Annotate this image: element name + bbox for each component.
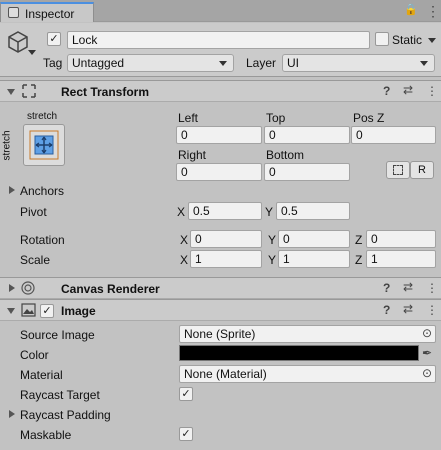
layer-dropdown[interactable]: UI: [282, 54, 435, 72]
tab-inspector[interactable]: Inspector: [0, 2, 94, 22]
chevron-down-icon: [219, 61, 227, 66]
component-menu-icon[interactable]: ⋮: [426, 303, 438, 317]
presets-icon[interactable]: ⇄: [403, 302, 413, 316]
presets-icon[interactable]: ⇄: [403, 83, 413, 97]
color-field[interactable]: [179, 345, 419, 361]
rotation-z-field[interactable]: 0: [366, 230, 436, 248]
rotation-label: Rotation: [20, 233, 65, 247]
pivot-label: Pivot: [20, 205, 47, 219]
maskable-checkbox[interactable]: ✓: [179, 427, 193, 441]
posz-field[interactable]: 0: [351, 126, 436, 144]
scale-x-label: X: [180, 253, 189, 267]
raycast-padding-foldout-icon[interactable]: [9, 410, 15, 418]
tag-value: Untagged: [72, 56, 125, 70]
lock-icon[interactable]: 🔒: [404, 3, 418, 16]
image-title: Image: [61, 304, 96, 318]
material-field[interactable]: None (Material) ⊙: [179, 365, 436, 383]
help-icon[interactable]: ?: [383, 281, 390, 295]
foldout-arrow-icon[interactable]: [9, 284, 15, 292]
anchor-preset-label: stretch: [27, 111, 58, 122]
component-menu-icon[interactable]: ⋮: [426, 84, 438, 98]
rotation-y-field[interactable]: 0: [278, 230, 350, 248]
scale-y-field[interactable]: 1: [278, 250, 350, 268]
canvas-renderer-header[interactable]: Canvas Renderer ? ⇄ ⋮: [0, 277, 441, 299]
eyedropper-icon[interactable]: ✒: [422, 346, 432, 360]
static-dropdown-caret[interactable]: [428, 38, 436, 43]
canvas-renderer-icon: [21, 281, 35, 295]
anchors-foldout-icon[interactable]: [9, 186, 15, 194]
raycast-target-label: Raycast Target: [20, 388, 100, 402]
gameobject-icon-caret[interactable]: [28, 50, 36, 55]
anchor-preset-button[interactable]: [23, 124, 65, 166]
help-icon[interactable]: ?: [383, 84, 390, 98]
posz-label: Pos Z: [353, 111, 385, 125]
layer-value: UI: [287, 56, 299, 70]
scale-label: Scale: [20, 253, 51, 267]
chevron-down-icon: [420, 61, 428, 66]
source-image-label: Source Image: [20, 328, 95, 342]
tag-label: Tag: [43, 56, 63, 70]
gameobject-cube-icon[interactable]: [6, 30, 30, 54]
pivot-x-label: X: [177, 205, 186, 219]
window-menu-icon[interactable]: ⋮: [426, 3, 440, 20]
source-image-field[interactable]: None (Sprite) ⊙: [179, 325, 436, 343]
rect-transform-title: Rect Transform: [61, 85, 150, 99]
material-label: Material: [20, 368, 63, 382]
top-label: Top: [266, 111, 286, 125]
left-label: Left: [178, 111, 199, 125]
raycast-target-checkbox[interactable]: ✓: [179, 387, 193, 401]
anchors-label[interactable]: Anchors: [20, 184, 64, 198]
image-header[interactable]: ✓ Image ? ⇄ ⋮: [0, 299, 441, 321]
presets-icon[interactable]: ⇄: [403, 280, 413, 294]
layer-label: Layer: [246, 56, 277, 70]
rect-transform-header[interactable]: Rect Transform ? ⇄ ⋮: [0, 80, 441, 102]
material-value: None (Material): [184, 367, 267, 381]
static-label: Static: [392, 33, 423, 47]
pivot-y-label: Y: [265, 205, 274, 219]
scale-x-field[interactable]: 1: [190, 250, 262, 268]
image-enabled-checkbox[interactable]: ✓: [40, 304, 54, 318]
foldout-arrow-icon[interactable]: [7, 308, 15, 314]
right-label: Right: [178, 148, 207, 162]
raw-edit-button[interactable]: R: [410, 161, 434, 179]
help-icon[interactable]: ?: [383, 303, 390, 317]
left-field[interactable]: 0: [176, 126, 262, 144]
object-picker-icon[interactable]: ⊙: [422, 326, 432, 340]
tag-dropdown[interactable]: Untagged: [67, 54, 234, 72]
image-component-icon: [21, 303, 36, 317]
rotation-z-label: Z: [355, 233, 363, 247]
object-picker-icon[interactable]: ⊙: [422, 366, 432, 380]
pivot-y-field[interactable]: 0.5: [276, 202, 350, 220]
maskable-label: Maskable: [20, 428, 72, 442]
component-menu-icon[interactable]: ⋮: [426, 281, 438, 295]
rect-transform-icon: [22, 84, 36, 98]
foldout-arrow-icon[interactable]: [7, 89, 15, 95]
raycast-padding-label[interactable]: Raycast Padding: [20, 408, 111, 422]
gameobject-active-checkbox[interactable]: ✓: [47, 32, 61, 46]
blueprint-mode-button[interactable]: [386, 161, 410, 179]
scale-z-field[interactable]: 1: [366, 250, 436, 268]
bottom-field[interactable]: 0: [264, 163, 350, 181]
rotation-x-label: X: [180, 233, 189, 247]
tab-label: Inspector: [25, 7, 75, 21]
canvas-renderer-title: Canvas Renderer: [61, 282, 160, 296]
scale-z-label: Z: [355, 253, 363, 267]
anchor-preset-vlabel: stretch: [1, 130, 13, 161]
scale-y-label: Y: [268, 253, 277, 267]
static-checkbox[interactable]: [375, 32, 389, 46]
top-field[interactable]: 0: [264, 126, 350, 144]
color-label: Color: [20, 348, 49, 362]
source-image-value: None (Sprite): [184, 327, 256, 341]
pivot-x-field[interactable]: 0.5: [188, 202, 262, 220]
rotation-x-field[interactable]: 0: [190, 230, 262, 248]
inspector-tab-icon: [8, 7, 19, 18]
blueprint-icon: [393, 165, 403, 175]
rotation-y-label: Y: [268, 233, 277, 247]
gameobject-name-field[interactable]: Lock: [67, 31, 370, 49]
bottom-label: Bottom: [266, 148, 305, 162]
right-field[interactable]: 0: [176, 163, 262, 181]
